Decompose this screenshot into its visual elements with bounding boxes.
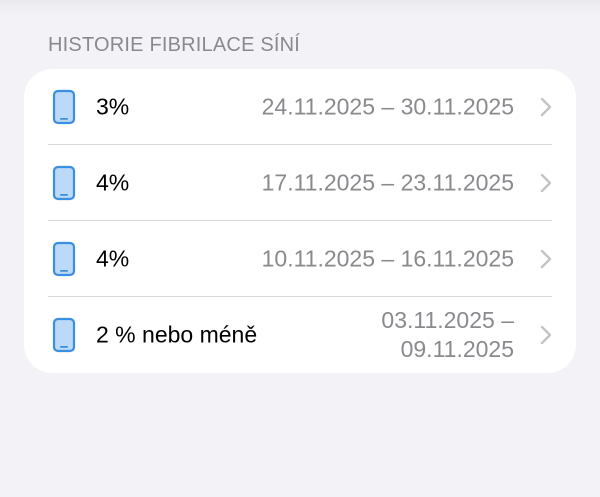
af-percentage: 2 % nebo méně [96,321,258,348]
chevron-right-icon [540,325,552,345]
date-range: 03.11.2025 – 09.11.2025 [381,307,514,362]
history-row[interactable]: 2 % nebo méně 03.11.2025 – 09.11.2025 [24,297,576,373]
af-percentage: 4% [96,245,130,272]
section-title: HISTORIE FIBRILACE SÍNÍ [48,34,301,56]
af-percentage: 4% [96,169,130,196]
history-row[interactable]: 4% 10.11.2025 – 16.11.2025 [24,221,576,297]
date-range: 17.11.2025 – 23.11.2025 [261,169,514,196]
iphone-icon [51,317,77,353]
top-fade [0,0,600,16]
history-row[interactable]: 4% 17.11.2025 – 23.11.2025 [24,145,576,221]
history-row[interactable]: 3% 24.11.2025 – 30.11.2025 [24,69,576,145]
date-range: 10.11.2025 – 16.11.2025 [261,245,514,272]
chevron-right-icon [540,173,552,193]
chevron-right-icon [540,249,552,269]
iphone-icon [51,241,77,277]
af-history-list: 3% 24.11.2025 – 30.11.2025 4% 17.11.2025… [24,69,576,373]
iphone-icon [51,165,77,201]
af-percentage: 3% [96,93,130,120]
date-range: 24.11.2025 – 30.11.2025 [261,93,514,120]
iphone-icon [51,89,77,125]
chevron-right-icon [540,97,552,117]
